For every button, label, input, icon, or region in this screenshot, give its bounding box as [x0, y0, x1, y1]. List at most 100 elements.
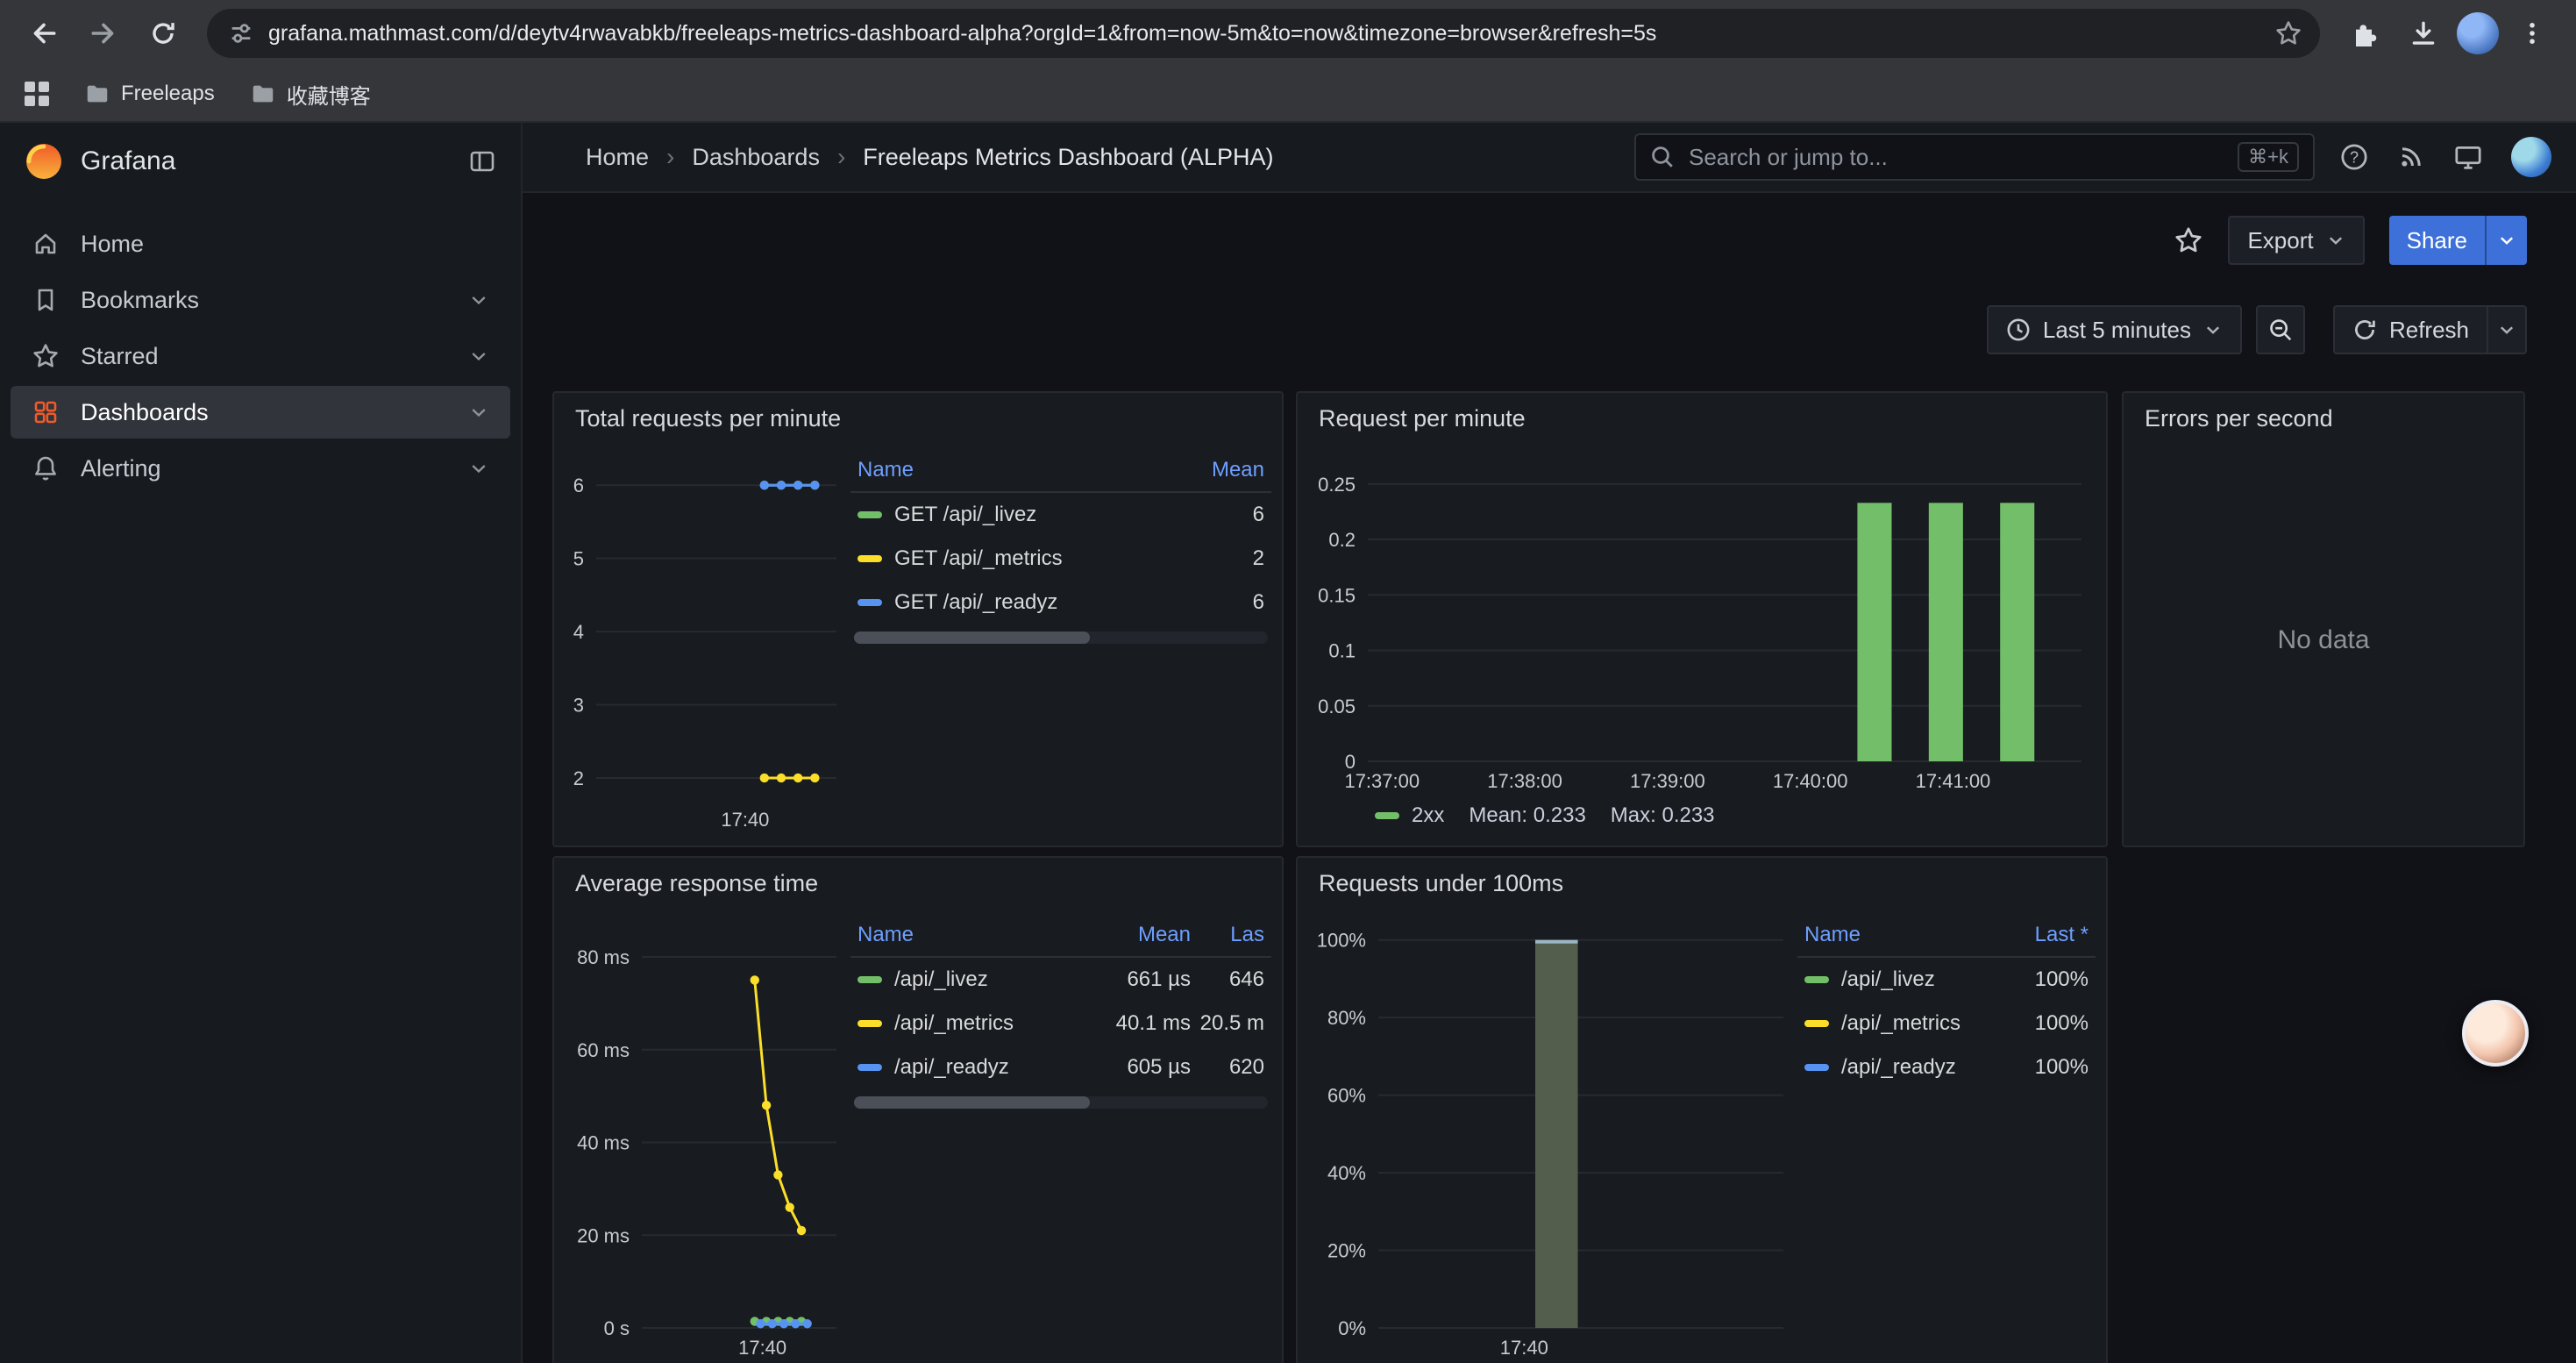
scrollbar-thumb[interactable] [854, 1096, 1090, 1109]
series-mean: Mean: 0.233 [1469, 803, 1585, 828]
folder-icon [250, 81, 276, 107]
panel-title[interactable]: Request per minute [1319, 405, 2085, 432]
favorite-star-icon[interactable] [2174, 225, 2203, 255]
legend-header-name[interactable]: Name [1804, 923, 1990, 947]
chevron-down-icon[interactable] [468, 346, 489, 367]
reload-icon[interactable] [137, 7, 189, 60]
sidebar-item-alerting[interactable]: Alerting [11, 442, 510, 495]
brand-title[interactable]: Grafana [81, 146, 451, 176]
under-100ms-chart[interactable]: 0%20%40%60%80%100%17:40 [1308, 910, 1797, 1363]
series-name[interactable]: /api/_readyz [1841, 1055, 1956, 1080]
sidebar-item-starred[interactable]: Starred [11, 330, 510, 382]
chevron-down-icon[interactable] [468, 402, 489, 423]
breadcrumb: Home › Dashboards › Freeleaps Metrics Da… [586, 143, 1610, 171]
search-box[interactable]: ⌘+k [1634, 133, 2315, 181]
bookmark-star-icon[interactable] [2274, 19, 2302, 47]
header-icons: ? [2339, 137, 2551, 177]
rss-icon[interactable] [2397, 143, 2425, 171]
series-name[interactable]: GET /api/_readyz [894, 590, 1057, 615]
series-mean: 661 µs [1092, 967, 1191, 992]
refresh-interval-caret[interactable] [2488, 305, 2527, 354]
panel-title[interactable]: Average response time [575, 870, 1261, 897]
zoom-out-button[interactable] [2256, 305, 2305, 354]
response-time-chart[interactable]: 0 s20 ms40 ms60 ms80 ms17:40 [565, 910, 850, 1363]
bookmark-item[interactable]: Freeleaps [84, 81, 215, 107]
sidebar-item-dashboards[interactable]: Dashboards [11, 386, 510, 439]
time-range-picker[interactable]: Last 5 minutes [1987, 305, 2242, 354]
share-button[interactable]: Share [2389, 216, 2485, 265]
chevron-down-icon[interactable] [468, 458, 489, 479]
url-text[interactable]: grafana.mathmast.com/d/deytv4rwavabkb/fr… [268, 21, 2260, 46]
panel-title[interactable]: Requests under 100ms [1319, 870, 2085, 897]
bookmark-item[interactable]: 收藏博客 [250, 79, 371, 110]
chevron-down-icon[interactable] [468, 289, 489, 310]
chart-svg: 00.050.10.150.20.2517:37:0017:38:0017:39… [1308, 446, 2096, 796]
export-button[interactable]: Export [2228, 216, 2364, 265]
svg-text:17:40: 17:40 [721, 809, 769, 831]
browser-toolbar: grafana.mathmast.com/d/deytv4rwavabkb/fr… [0, 0, 2576, 67]
svg-text:60%: 60% [1327, 1085, 1366, 1107]
user-avatar[interactable] [2511, 137, 2551, 177]
sidebar-item-label: Home [81, 231, 489, 258]
search-input[interactable] [1689, 144, 2224, 171]
series-name[interactable]: /api/_livez [1841, 967, 1935, 992]
series-name[interactable]: GET /api/_livez [894, 503, 1036, 527]
svg-text:17:41:00: 17:41:00 [1916, 770, 1991, 792]
bookmark-icon [32, 286, 60, 314]
legend-table: Name Mean Las /api/_livez 661 µs 646 /ap… [850, 910, 1271, 1363]
legend-header-mean[interactable]: Mean [1166, 458, 1264, 482]
sidebar-item-bookmarks[interactable]: Bookmarks [11, 274, 510, 326]
series-name[interactable]: /api/_readyz [894, 1055, 1009, 1080]
refresh-label: Refresh [2389, 317, 2469, 344]
scrollbar-thumb[interactable] [854, 632, 1090, 644]
series-name[interactable]: /api/_metrics [894, 1011, 1014, 1036]
panel-title[interactable]: Total requests per minute [575, 405, 1261, 432]
refresh-button[interactable]: Refresh [2333, 305, 2488, 354]
total-requests-chart[interactable]: 2345617:40 [565, 446, 850, 835]
legend-header-name[interactable]: Name [857, 923, 1092, 947]
sidebar-collapse-icon[interactable] [468, 147, 496, 175]
legend-scrollbar[interactable] [854, 1096, 1268, 1109]
legend-scrollbar[interactable] [854, 632, 1268, 644]
series-name[interactable]: GET /api/_metrics [894, 546, 1063, 571]
site-settings-icon[interactable] [228, 20, 254, 46]
grafana-logo[interactable] [25, 142, 63, 181]
sidebar-item-home[interactable]: Home [11, 218, 510, 270]
legend-header-last[interactable]: Las [1191, 923, 1264, 947]
forward-icon[interactable] [77, 7, 130, 60]
svg-text:17:40: 17:40 [738, 1337, 786, 1359]
back-icon[interactable] [18, 7, 70, 60]
menu-kebab-icon[interactable] [2506, 7, 2558, 60]
share-menu-caret[interactable] [2485, 216, 2527, 265]
breadcrumb-dashboards[interactable]: Dashboards [692, 144, 820, 171]
legend-header-name[interactable]: Name [857, 458, 1166, 482]
floating-assistant-avatar[interactable] [2462, 1000, 2529, 1067]
extensions-icon[interactable] [2338, 7, 2390, 60]
panel-total-requests: Total requests per minute 2345617:40 Nam… [552, 391, 1284, 847]
sidebar-item-label: Dashboards [81, 399, 447, 426]
help-icon[interactable]: ? [2339, 142, 2369, 172]
svg-text:0.1: 0.1 [1328, 640, 1356, 662]
series-name[interactable]: /api/_metrics [1841, 1011, 1960, 1036]
breadcrumb-home[interactable]: Home [586, 144, 649, 171]
browser-profile-avatar[interactable] [2457, 12, 2499, 54]
series-last: 620 [1191, 1055, 1264, 1080]
series-mean: 6 [1166, 503, 1264, 527]
download-icon[interactable] [2397, 7, 2450, 60]
request-rate-chart[interactable]: 00.050.10.150.20.2517:37:0017:38:0017:39… [1308, 446, 2096, 796]
chevron-down-icon [2326, 231, 2345, 250]
legend-header-last[interactable]: Last * [1990, 923, 2089, 947]
series-marker [857, 511, 882, 518]
svg-text:0%: 0% [1338, 1317, 1366, 1339]
series-name[interactable]: 2xx [1412, 803, 1444, 828]
panel-title[interactable]: Errors per second [2145, 405, 2502, 432]
breadcrumb-separator-icon: › [666, 143, 674, 171]
series-name[interactable]: /api/_livez [894, 967, 988, 992]
apps-grid-icon[interactable] [25, 82, 49, 106]
legend-row: GET /api/_livez 6 [850, 493, 1271, 537]
monitor-icon[interactable] [2453, 142, 2483, 172]
legend-header-mean[interactable]: Mean [1092, 923, 1191, 947]
svg-text:60 ms: 60 ms [577, 1039, 630, 1061]
breadcrumb-current: Freeleaps Metrics Dashboard (ALPHA) [863, 144, 1273, 171]
url-bar[interactable]: grafana.mathmast.com/d/deytv4rwavabkb/fr… [207, 9, 2320, 58]
